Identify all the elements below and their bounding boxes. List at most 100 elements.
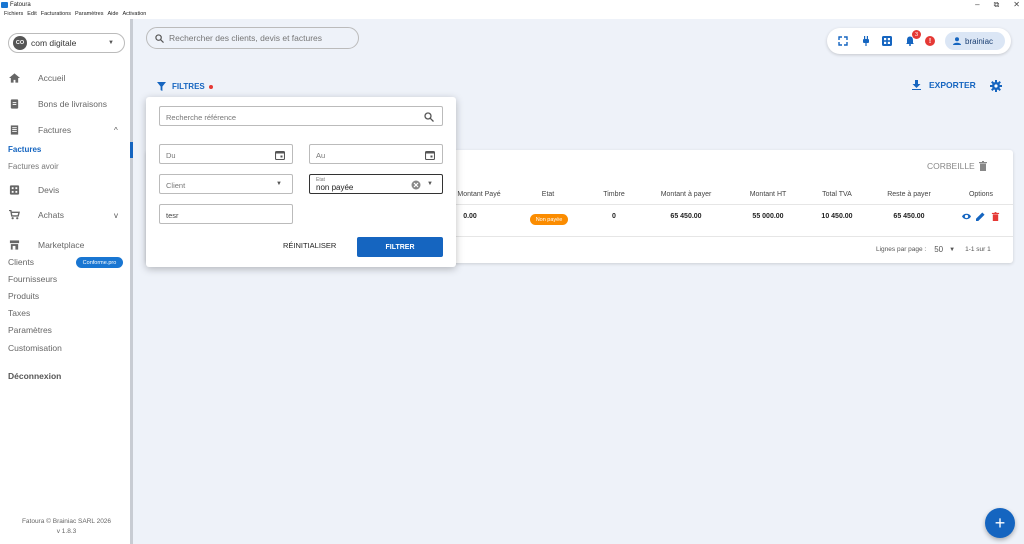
company-avatar: CO xyxy=(13,36,27,50)
plus-icon: + xyxy=(994,512,1006,533)
rows-per-page-select[interactable]: 50 xyxy=(934,245,943,254)
export-label: EXPORTER xyxy=(929,80,976,90)
column-header[interactable]: Montant Payé xyxy=(457,191,500,198)
version-text: v 1.8.3 xyxy=(56,528,77,535)
status-value: non payée xyxy=(316,183,354,192)
menu-parametres[interactable]: Paramètres xyxy=(75,11,103,17)
trash-button[interactable]: CORBEILLE xyxy=(927,161,987,171)
filter-button[interactable]: FILTRER xyxy=(357,237,443,257)
sidebar-item-label: Bons de livraisons xyxy=(38,99,107,109)
sidebar-item-label: Devis xyxy=(38,185,60,195)
search-icon xyxy=(155,33,164,43)
sidebar-item-label: Factures xyxy=(38,125,72,135)
date-to-placeholder: Au xyxy=(316,151,326,160)
sidebar-item-customisation[interactable]: Customisation xyxy=(8,343,62,353)
notification-count-badge: 3 xyxy=(912,30,921,39)
gear-icon[interactable] xyxy=(990,80,1002,92)
column-header[interactable]: Timbre xyxy=(603,191,625,198)
sidebar-item-produits[interactable]: Produits xyxy=(8,291,39,301)
window-title: Fatoura xyxy=(10,1,31,8)
sidebar-item-bons-de-livraisons[interactable]: Bons de livraisons xyxy=(0,96,130,112)
caret-down-icon: ▼ xyxy=(427,181,433,187)
user-icon xyxy=(953,37,961,45)
cell-reste-a-payer: 65 450.00 xyxy=(893,213,925,220)
client-select[interactable]: Client ▼ xyxy=(159,174,293,194)
sidebar-subitem-factures-avoir[interactable]: Factures avoir xyxy=(8,162,59,171)
delete-icon[interactable] xyxy=(991,212,1000,221)
cell-montant-ht: 55 000.00 xyxy=(752,213,784,220)
cart-icon xyxy=(9,210,20,220)
sidebar-item-clients[interactable]: Clients xyxy=(8,257,34,267)
search-input[interactable] xyxy=(168,33,358,43)
copyright-text: Fatoura © Brainiac SARL 2026 xyxy=(21,518,112,525)
search-icon[interactable] xyxy=(424,112,434,122)
sidebar-item-taxes[interactable]: Taxes xyxy=(8,308,30,318)
view-icon[interactable] xyxy=(962,212,971,221)
window-titlebar: Fatoura – ⧉ ✕ xyxy=(0,0,1024,9)
invoice-icon xyxy=(10,125,19,135)
menu-aide[interactable]: Aide xyxy=(107,11,118,17)
calculator-icon xyxy=(9,185,20,195)
global-search[interactable] xyxy=(146,27,359,49)
text-filter-value: tesr xyxy=(166,211,179,220)
cell-timbre: 0 xyxy=(612,213,616,220)
date-to-field[interactable]: Au xyxy=(309,144,443,164)
menu-facturations[interactable]: Facturations xyxy=(41,11,71,17)
column-header[interactable]: Etat xyxy=(542,191,554,198)
column-header[interactable]: Reste à payer xyxy=(887,191,931,198)
chevron-down-icon: v xyxy=(114,210,118,220)
column-header[interactable]: Total TVA xyxy=(822,191,852,198)
clear-icon[interactable] xyxy=(411,180,421,190)
filters-label: FILTRES xyxy=(172,82,205,91)
restore-icon[interactable]: ⧉ xyxy=(994,0,1000,9)
trash-label: CORBEILLE xyxy=(927,161,975,171)
menu-edit[interactable]: Edit xyxy=(27,11,36,17)
sidebar-item-fournisseurs[interactable]: Fournisseurs xyxy=(8,274,57,284)
date-from-field[interactable]: Du xyxy=(159,144,293,164)
plug-icon[interactable] xyxy=(861,36,871,46)
rows-per-page-label: Lignes par page : xyxy=(876,246,927,253)
reset-button[interactable]: RÉINITIALISER xyxy=(283,241,336,250)
sidebar-item-accueil[interactable]: Accueil xyxy=(0,70,130,86)
status-select[interactable]: Etat non payée ▼ xyxy=(309,174,443,194)
add-invoice-button[interactable]: + xyxy=(985,508,1015,538)
close-icon[interactable]: ✕ xyxy=(1013,0,1020,9)
filters-toggle[interactable]: FILTRES xyxy=(157,82,213,91)
text-filter-field[interactable]: tesr xyxy=(159,204,293,224)
minimize-icon[interactable]: – xyxy=(975,0,979,9)
sidebar: CO com digitale ▼ Accueil Bons de livrai… xyxy=(0,19,133,544)
calendar-icon[interactable] xyxy=(275,150,285,160)
menu-activation[interactable]: Activation xyxy=(122,11,146,17)
fullscreen-icon[interactable] xyxy=(838,36,848,46)
column-header[interactable]: Montant à payer xyxy=(661,191,712,198)
chevron-up-icon: ^ xyxy=(114,125,118,135)
calendar-icon[interactable] xyxy=(425,150,435,160)
company-select[interactable]: CO com digitale ▼ xyxy=(8,33,125,53)
calculator-icon[interactable] xyxy=(882,36,892,46)
sidebar-item-devis[interactable]: Devis xyxy=(0,182,130,198)
sidebar-item-label: Achats xyxy=(38,210,64,220)
caret-down-icon[interactable]: ▼ xyxy=(949,247,955,253)
cell-montant-paye: 0.00 xyxy=(463,213,477,220)
home-icon xyxy=(9,73,20,83)
cell-total-tva: 10 450.00 xyxy=(821,213,853,220)
reference-search-field[interactable]: Recherche référence xyxy=(159,106,443,126)
sidebar-item-label: Marketplace xyxy=(38,240,85,250)
edit-icon[interactable] xyxy=(976,212,985,221)
caret-down-icon: ▼ xyxy=(276,181,282,187)
sidebar-item-marketplace[interactable]: Marketplace xyxy=(0,237,130,253)
user-menu[interactable]: brainiac xyxy=(945,32,1005,50)
conforme-pro-badge[interactable]: Conforme.pro xyxy=(76,257,123,268)
menu-fichiers[interactable]: Fichiers xyxy=(4,11,23,17)
column-header[interactable]: Montant HT xyxy=(750,191,787,198)
alert-icon[interactable]: ! xyxy=(925,36,935,46)
sidebar-item-parametres[interactable]: Paramètres xyxy=(8,325,52,335)
sidebar-subitem-factures[interactable]: Factures xyxy=(8,145,41,154)
sidebar-item-factures[interactable]: Factures ^ xyxy=(0,122,130,138)
menu-bar: Fichiers Edit Facturations Paramètres Ai… xyxy=(0,9,1024,19)
logout-link[interactable]: Déconnexion xyxy=(8,371,61,381)
download-icon xyxy=(912,80,921,90)
export-button[interactable]: EXPORTER xyxy=(912,80,976,90)
store-icon xyxy=(9,240,20,250)
sidebar-item-achats[interactable]: Achats v xyxy=(0,207,130,223)
